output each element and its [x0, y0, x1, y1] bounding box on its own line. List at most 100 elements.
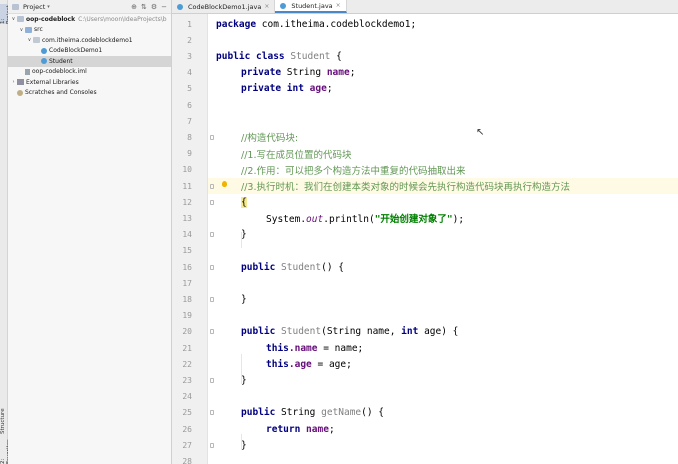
- line-number-text: 6: [187, 100, 192, 110]
- line-number-text: 19: [182, 311, 192, 321]
- collapse-all-icon[interactable]: ⇅: [141, 3, 147, 11]
- line-number-text: 28: [182, 456, 192, 464]
- editor-tab-bar: CodeBlockDemo1.java × Student.java ×: [172, 0, 678, 14]
- fold-marker-icon[interactable]: [210, 199, 214, 205]
- line-number-text: 17: [182, 278, 192, 288]
- code-line: private String name;: [241, 67, 356, 79]
- code-line: System.out.println("开始创建对象了");: [266, 214, 465, 226]
- fold-marker-icon[interactable]: [210, 134, 214, 140]
- code-line: }: [241, 229, 247, 241]
- project-panel-header: Project ▾ ⊕ ⇅ ⚙ −: [8, 0, 171, 14]
- code-line: public class Student {: [216, 50, 342, 62]
- project-icon: [12, 3, 19, 10]
- tree-item-label: Scratches and Consoles: [25, 89, 97, 97]
- source-folder-icon: [25, 26, 32, 33]
- package-icon: [33, 37, 40, 44]
- code-line: public String getName() {: [241, 407, 385, 419]
- code-line: //2.作用：可以把多个构造方法中重复的代码抽取出来: [241, 165, 466, 177]
- code-line: //1.写在成员位置的代码块: [241, 149, 352, 161]
- tree-item[interactable]: ∨ src: [8, 25, 171, 36]
- fold-marker-icon[interactable]: [210, 329, 214, 335]
- line-number: 17: [172, 275, 208, 291]
- project-tree: ∨ oop-codeblock C:\Users\moon\IdeaProjects…: [8, 14, 171, 98]
- project-panel-title[interactable]: Project: [23, 3, 45, 11]
- hide-icon[interactable]: −: [161, 3, 167, 11]
- code-line: package com.itheima.codeblockdemo1;: [216, 18, 417, 30]
- tree-item[interactable]: oop-codeblock.iml: [8, 67, 171, 78]
- close-icon[interactable]: ×: [336, 2, 341, 9]
- tab-label: Student.java: [291, 1, 333, 10]
- locate-icon[interactable]: ⊕: [131, 3, 137, 11]
- gear-icon[interactable]: ⚙: [151, 3, 157, 11]
- tree-item-label: oop-codeblock: [26, 15, 76, 23]
- class-icon: [41, 58, 47, 65]
- tree-item-label: com.itheima.codeblockdemo1: [42, 36, 133, 44]
- fold-marker-icon[interactable]: [210, 183, 214, 189]
- code-line: public Student() {: [241, 261, 344, 273]
- tree-item-label: CodeBlockDemo1: [49, 47, 103, 55]
- line-number: 19: [172, 308, 208, 324]
- code-line: public Student(String name, int age) {: [241, 326, 459, 338]
- favorites-tool-tab[interactable]: 2: Favorites: [0, 436, 12, 464]
- close-icon[interactable]: ×: [264, 3, 269, 10]
- tree-item-label: src: [34, 26, 43, 34]
- current-line: //3.执行时机：我们在创建本类对象的时候会先执行构造代码块再执行构造方法: [208, 178, 678, 195]
- structure-tool-tab[interactable]: Structure: [0, 404, 8, 434]
- library-icon: [17, 79, 24, 86]
- tree-item[interactable]: Scratches and Consoles: [8, 88, 171, 99]
- chevron-down-icon[interactable]: ∨: [10, 16, 17, 22]
- lightbulb-icon[interactable]: [222, 181, 227, 187]
- fold-marker-icon[interactable]: [210, 442, 214, 448]
- code-line: this.name = name;: [266, 342, 364, 354]
- tool-window-strip: 1: Project Structure 2: Favorites: [0, 0, 12, 464]
- line-number: 7: [172, 113, 208, 129]
- file-icon: [25, 68, 30, 75]
- line-number: 24: [172, 389, 208, 405]
- tab-student[interactable]: Student.java ×: [275, 0, 347, 13]
- tree-item[interactable]: ∨ oop-codeblock C:\Users\moon\IdeaProjects…: [8, 14, 171, 25]
- class-icon: [41, 47, 47, 54]
- folder-icon: [17, 16, 24, 23]
- line-number: 6: [172, 97, 208, 113]
- code-line: return name;: [266, 423, 335, 435]
- line-number: 28: [172, 453, 208, 464]
- fold-marker-icon[interactable]: [210, 232, 214, 238]
- code-editor[interactable]: 1 2 3 4 5 6 7 8 9 10 11 12 13 14 15 16 17 18 19 20 21 22 23 24 2…: [172, 14, 678, 464]
- tree-item-label: External Libraries: [26, 78, 79, 86]
- chevron-down-icon[interactable]: ▾: [47, 4, 50, 10]
- project-panel: Project ▾ ⊕ ⇅ ⚙ − ∨ oop-codeblock C:\Users…: [8, 0, 172, 464]
- chevron-down-icon[interactable]: ∨: [18, 27, 25, 33]
- fold-marker-icon[interactable]: [210, 377, 214, 383]
- code-line: private int age;: [241, 83, 333, 95]
- chevron-down-icon[interactable]: ∨: [26, 37, 33, 43]
- code-line: }: [241, 293, 247, 305]
- tab-codeblockdemo1[interactable]: CodeBlockDemo1.java ×: [172, 0, 276, 13]
- tree-item[interactable]: ∨ com.itheima.codeblockdemo1: [8, 35, 171, 46]
- code-line: }: [241, 374, 247, 386]
- line-number-text: 15: [182, 246, 192, 256]
- fold-marker-icon[interactable]: [210, 410, 214, 416]
- project-tool-tab[interactable]: 1: Project: [0, 4, 12, 24]
- line-number: 11: [172, 178, 208, 194]
- line-number: 15: [172, 243, 208, 259]
- line-number-text: 24: [182, 392, 192, 402]
- tree-item[interactable]: › External Libraries: [8, 77, 171, 88]
- tree-item-label: Student: [49, 57, 73, 65]
- code-line: this.age = age;: [266, 358, 352, 370]
- line-number-text: 2: [187, 35, 192, 45]
- code-line: {: [241, 196, 247, 208]
- line-number-text: 7: [187, 116, 192, 126]
- tree-item-label: oop-codeblock.iml: [32, 68, 87, 76]
- mouse-cursor-icon: ↖: [476, 127, 485, 138]
- fold-marker-icon[interactable]: [210, 264, 214, 270]
- tree-item[interactable]: CodeBlockDemo1: [8, 46, 171, 57]
- class-icon: [177, 3, 183, 10]
- line-number: 2: [172, 32, 208, 48]
- tree-item-path: C:\Users\moon\IdeaProjects\b: [78, 15, 167, 23]
- scratches-icon: [17, 89, 23, 96]
- fold-marker-icon[interactable]: [210, 296, 214, 302]
- chevron-right-icon[interactable]: ›: [10, 79, 17, 85]
- tree-item[interactable]: Student: [8, 56, 171, 67]
- code-line: //构造代码块:: [241, 133, 299, 145]
- line-number-text: 11: [182, 181, 192, 191]
